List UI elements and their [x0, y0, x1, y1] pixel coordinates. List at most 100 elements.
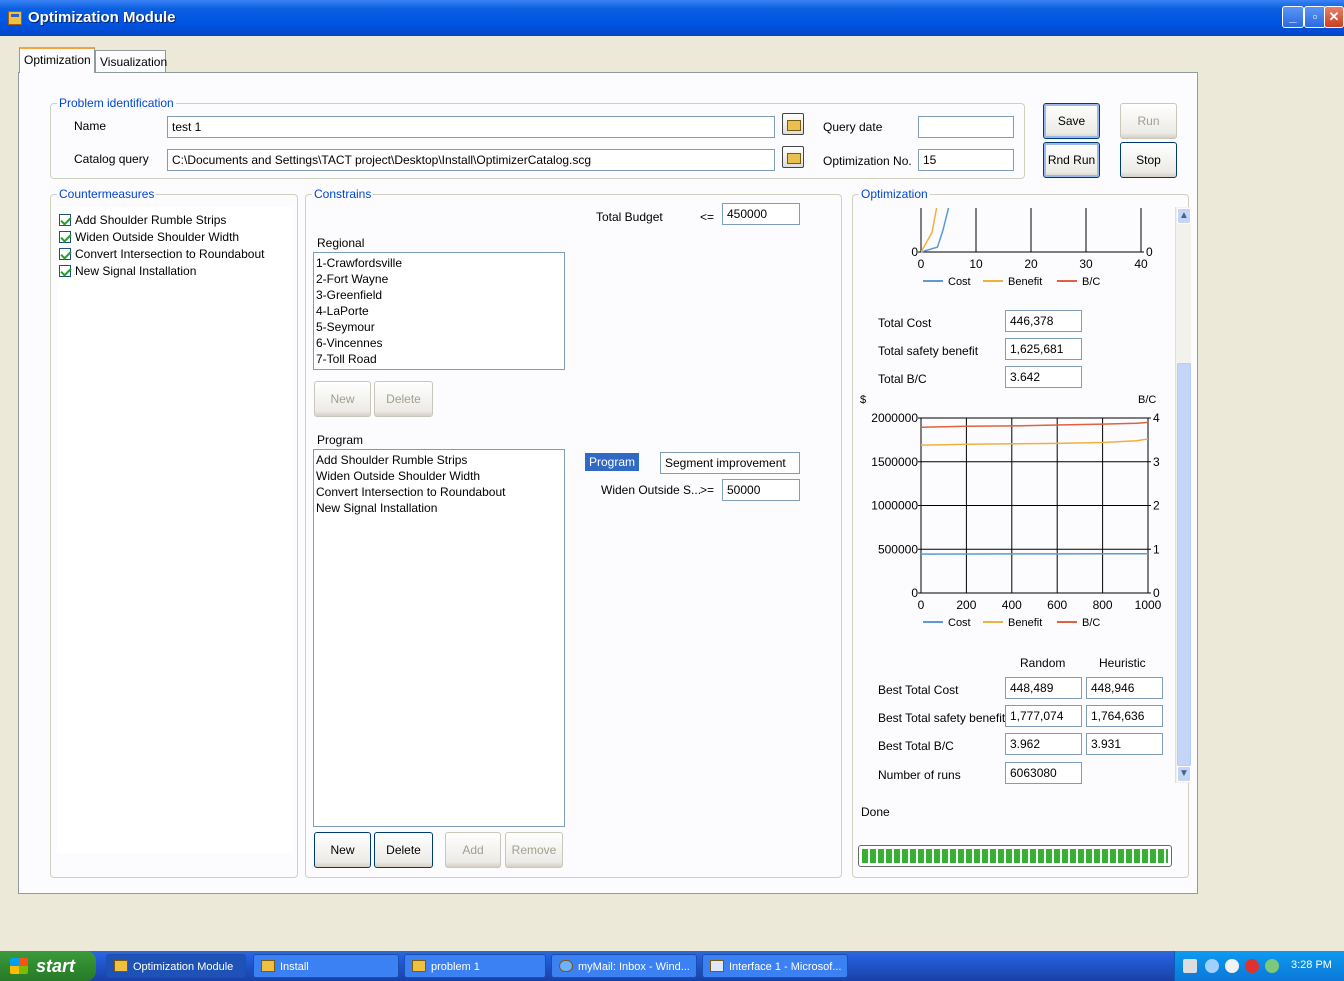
maximize-button[interactable]: ▫: [1304, 6, 1326, 28]
security-icon[interactable]: [1245, 959, 1259, 973]
regional-label: Regional: [317, 236, 365, 250]
x-tick-label: 0: [918, 257, 925, 271]
best-cost-random-field[interactable]: 448,489: [1005, 677, 1082, 699]
rnd-run-button[interactable]: Rnd Run: [1043, 142, 1100, 178]
list-item[interactable]: 5-Seymour: [316, 319, 562, 335]
best-benefit-random-field[interactable]: 1,777,074: [1005, 705, 1082, 727]
program-add-button[interactable]: Add: [445, 832, 501, 868]
tab-optimization[interactable]: Optimization: [19, 47, 95, 73]
y-tick-label-left: 500000: [878, 542, 918, 556]
countermeasure-item[interactable]: Add Shoulder Rumble Strips: [59, 212, 291, 228]
catalog-query-field[interactable]: C:\Documents and Settings\TACT project\D…: [167, 149, 775, 171]
best-benefit-heuristic-field[interactable]: 1,764,636: [1086, 705, 1163, 727]
task-optimization-module[interactable]: Optimization Module: [106, 954, 246, 978]
number-of-runs-field[interactable]: 6063080: [1005, 762, 1082, 784]
y-tick-label-right: 4: [1153, 411, 1160, 425]
checkbox-checked-icon[interactable]: [59, 214, 71, 226]
total-budget-field[interactable]: 450000: [722, 203, 800, 225]
countermeasure-item[interactable]: Convert Intersection to Roundabout: [59, 246, 291, 262]
legend-label: Benefit: [1008, 617, 1042, 629]
program-new-button[interactable]: New: [314, 832, 371, 868]
constrains-legend: Constrains: [312, 187, 374, 201]
run-button[interactable]: Run: [1120, 103, 1177, 139]
x-tick-label: 30: [1079, 257, 1093, 271]
random-header: Random: [1020, 656, 1066, 670]
list-item[interactable]: 1-Crawfordsville: [316, 255, 562, 271]
program-delete-button[interactable]: Delete: [374, 832, 433, 868]
folder-open-icon[interactable]: [782, 146, 804, 168]
list-item[interactable]: New Signal Installation: [316, 500, 562, 516]
start-button[interactable]: start: [0, 951, 96, 981]
total-cost-field[interactable]: 446,378: [1005, 310, 1082, 332]
countermeasure-item[interactable]: Widen Outside Shoulder Width: [59, 229, 291, 245]
x-tick-label: 10: [969, 257, 983, 271]
best-cost-heuristic-field[interactable]: 448,946: [1086, 677, 1163, 699]
title-bar[interactable]: Optimization Module _ ▫ ✕: [0, 0, 1344, 36]
regional-delete-button[interactable]: Delete: [374, 381, 433, 417]
list-item[interactable]: 7-Toll Road: [316, 351, 562, 367]
task-interface-1[interactable]: Interface 1 - Microsof...: [702, 954, 848, 978]
checkbox-checked-icon[interactable]: [59, 265, 71, 277]
network-icon[interactable]: [1205, 959, 1219, 973]
legend-label: Benefit: [1008, 276, 1042, 288]
series-line-benefit: [921, 438, 1148, 446]
program-list[interactable]: Add Shoulder Rumble Strips Widen Outside…: [313, 449, 565, 827]
program-tag: Program: [585, 453, 640, 471]
x-tick-label: 0: [918, 598, 925, 612]
best-total-benefit-label: Best Total safety benefit: [878, 711, 1006, 725]
total-safety-benefit-field[interactable]: 1,625,681: [1005, 338, 1082, 360]
best-bc-heuristic-field[interactable]: 3.931: [1086, 733, 1163, 755]
list-item[interactable]: 2-Fort Wayne: [316, 271, 562, 287]
regional-new-button[interactable]: New: [314, 381, 371, 417]
list-item[interactable]: Add Shoulder Rumble Strips: [316, 452, 562, 468]
list-item[interactable]: 3-Greenfield: [316, 287, 562, 303]
total-bc-field[interactable]: 3.642: [1005, 366, 1082, 388]
countermeasure-item[interactable]: New Signal Installation: [59, 263, 291, 279]
right-axis-label: B/C: [1138, 394, 1156, 406]
minimize-button[interactable]: _: [1282, 6, 1304, 28]
help-icon[interactable]: [1183, 959, 1197, 973]
program-type-field[interactable]: Segment improvement: [660, 452, 800, 474]
countermeasures-list[interactable]: Add Shoulder Rumble Strips Widen Outside…: [57, 207, 293, 853]
vertical-scrollbar[interactable]: ▲ ▼: [1175, 207, 1191, 783]
y-tick-label-left: 0: [911, 245, 918, 259]
checkbox-checked-icon[interactable]: [59, 231, 71, 243]
scroll-thumb[interactable]: [1177, 363, 1191, 766]
total-budget-label: Total Budget: [596, 210, 663, 224]
stop-button[interactable]: Stop: [1120, 142, 1177, 178]
scroll-down-icon[interactable]: ▼: [1177, 766, 1191, 782]
y-tick-label-left: 1500000: [871, 455, 918, 469]
list-item[interactable]: Convert Intersection to Roundabout: [316, 484, 562, 500]
y-tick-label-right: 0: [1153, 586, 1160, 600]
list-item[interactable]: 4-LaPorte: [316, 303, 562, 319]
update-icon[interactable]: [1265, 959, 1279, 973]
query-date-field[interactable]: [918, 116, 1014, 138]
optimization-legend: Optimization: [859, 187, 930, 201]
optimization-no-field[interactable]: 15: [918, 149, 1014, 171]
legend-label: Cost: [948, 276, 971, 288]
scroll-up-icon[interactable]: ▲: [1177, 208, 1191, 224]
folder-open-icon[interactable]: [782, 113, 804, 135]
volume-icon[interactable]: [1225, 959, 1239, 973]
app-icon: [114, 960, 128, 972]
clock: 3:28 PM: [1291, 959, 1332, 971]
list-item[interactable]: 6-Vincennes: [316, 335, 562, 351]
program-remove-button[interactable]: Remove: [505, 832, 563, 868]
document-icon: [710, 960, 724, 972]
name-field[interactable]: test 1: [167, 116, 775, 138]
task-problem-1[interactable]: problem 1: [404, 954, 546, 978]
best-bc-random-field[interactable]: 3.962: [1005, 733, 1082, 755]
optimization-scroll-area[interactable]: 0 10 20 30 40 0 0 Cost Benefit B/C Total Cost 446…: [855, 200, 1174, 790]
regional-list[interactable]: 1-Crawfordsville 2-Fort Wayne 3-Greenfie…: [313, 252, 565, 370]
optimization-no-label: Optimization No.: [823, 154, 912, 168]
program-constraint-field[interactable]: 50000: [722, 479, 800, 501]
task-install[interactable]: Install: [253, 954, 399, 978]
close-button[interactable]: ✕: [1324, 6, 1344, 28]
checkbox-checked-icon[interactable]: [59, 248, 71, 260]
save-button[interactable]: Save: [1043, 103, 1100, 139]
countermeasures-legend: Countermeasures: [57, 187, 157, 201]
program-label: Program: [317, 433, 364, 447]
tab-visualization[interactable]: Visualization: [95, 50, 167, 72]
list-item[interactable]: Widen Outside Shoulder Width: [316, 468, 562, 484]
task-mymail-inbox[interactable]: myMail: Inbox - Wind...: [551, 954, 697, 978]
